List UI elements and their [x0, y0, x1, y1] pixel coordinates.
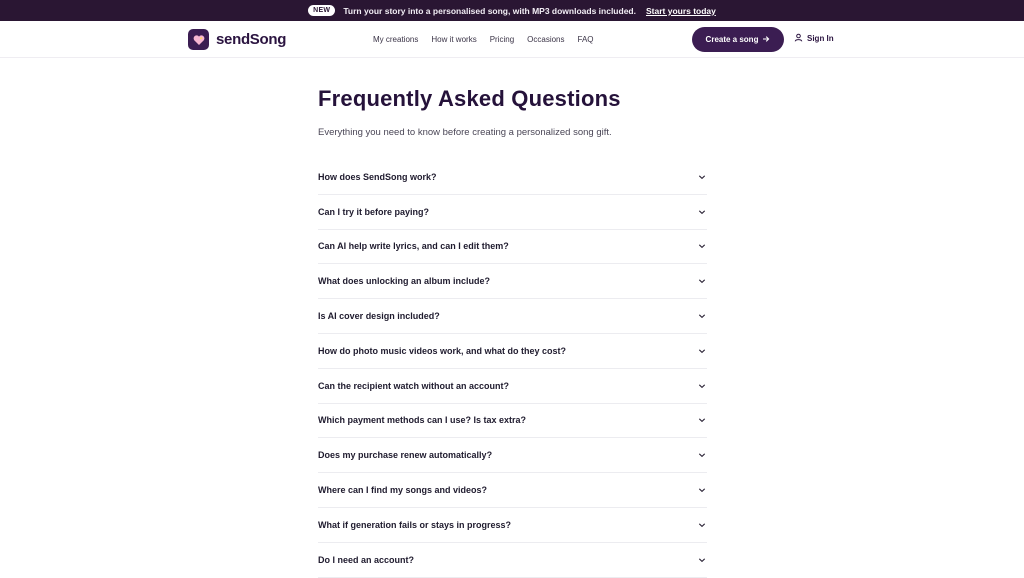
- chevron-down-icon: [697, 207, 707, 217]
- logo-text: sendSong: [216, 31, 287, 48]
- chevron-down-icon: [697, 450, 707, 460]
- faq-question: Can I try it before paying?: [318, 206, 430, 217]
- nav-how-it-works[interactable]: How it works: [431, 35, 476, 44]
- faq-item[interactable]: How does SendSong work?: [318, 160, 707, 195]
- announcement-text: Turn your story into a personalised song…: [343, 5, 636, 16]
- faq-item[interactable]: How do photo music videos work, and what…: [318, 334, 707, 369]
- announcement-bar: NEW Turn your story into a personalised …: [0, 0, 1024, 21]
- faq-question: Can AI help write lyrics, and can I edit…: [318, 241, 509, 252]
- faq-item[interactable]: Is AI cover design included?: [318, 299, 707, 334]
- chevron-down-icon: [697, 311, 707, 321]
- faq-item[interactable]: Does my purchase renew automatically?: [318, 438, 707, 474]
- chevron-down-icon: [697, 346, 707, 356]
- nav-my-creations[interactable]: My creations: [373, 35, 418, 44]
- chevron-down-icon: [697, 381, 707, 391]
- faq-item[interactable]: Can I try it before paying?: [318, 195, 707, 230]
- chevron-down-icon: [697, 555, 707, 565]
- faq-item[interactable]: Which payment methods can I use? Is tax …: [318, 404, 707, 439]
- user-icon: [794, 33, 803, 44]
- nav-occasions[interactable]: Occasions: [527, 35, 564, 44]
- faq-question: Can the recipient watch without an accou…: [318, 380, 510, 391]
- faq-question: Where can I find my songs and videos?: [318, 485, 488, 496]
- heart-note-icon: [188, 29, 209, 50]
- faq-item[interactable]: Where can I find my songs and videos?: [318, 473, 707, 508]
- chevron-down-icon: [697, 172, 707, 182]
- chevron-down-icon: [697, 276, 707, 286]
- page-title: Frequently Asked Questions: [318, 86, 621, 111]
- chevron-down-icon: [697, 241, 707, 251]
- faq-item[interactable]: Do I need an account?: [318, 543, 707, 578]
- faq-item[interactable]: What if generation fails or stays in pro…: [318, 508, 707, 543]
- chevron-down-icon: [697, 520, 707, 530]
- faq-question: Do I need an account?: [318, 554, 415, 565]
- chevron-down-icon: [697, 485, 707, 495]
- faq-question: Which payment methods can I use? Is tax …: [318, 415, 527, 426]
- faq-item[interactable]: Can the recipient watch without an accou…: [318, 369, 707, 404]
- faq-question: What if generation fails or stays in pro…: [318, 519, 512, 530]
- faq-section: Frequently Asked Questions Everything yo…: [318, 86, 707, 578]
- create-song-button[interactable]: Create a song: [692, 27, 784, 52]
- faq-question: Does my purchase renew automatically?: [318, 450, 493, 461]
- faq-question: What does unlocking an album include?: [318, 276, 491, 287]
- faq-item[interactable]: Can AI help write lyrics, and can I edit…: [318, 230, 707, 265]
- start-today-link[interactable]: Start yours today: [646, 6, 716, 16]
- nav-pricing[interactable]: Pricing: [490, 35, 514, 44]
- main-nav: My creations How it works Pricing Occasi…: [373, 21, 594, 58]
- create-song-label: Create a song: [705, 35, 759, 44]
- faq-list: How does SendSong work? Can I try it befo…: [318, 160, 707, 578]
- faq-item[interactable]: What does unlocking an album include?: [318, 264, 707, 300]
- logo[interactable]: sendSong: [188, 29, 286, 50]
- chevron-down-icon: [697, 415, 707, 425]
- new-badge: NEW: [308, 5, 336, 16]
- faq-question: How does SendSong work?: [318, 171, 437, 182]
- sign-in-button[interactable]: Sign In: [794, 33, 834, 44]
- faq-question: Is AI cover design included?: [318, 311, 440, 322]
- page-subtitle: Everything you need to know before creat…: [318, 127, 612, 138]
- arrow-right-icon: [762, 35, 770, 45]
- sign-in-label: Sign In: [807, 34, 834, 43]
- site-header: sendSong My creations How it works Prici…: [0, 21, 1024, 58]
- nav-faq[interactable]: FAQ: [578, 35, 594, 44]
- faq-question: How do photo music videos work, and what…: [318, 345, 567, 356]
